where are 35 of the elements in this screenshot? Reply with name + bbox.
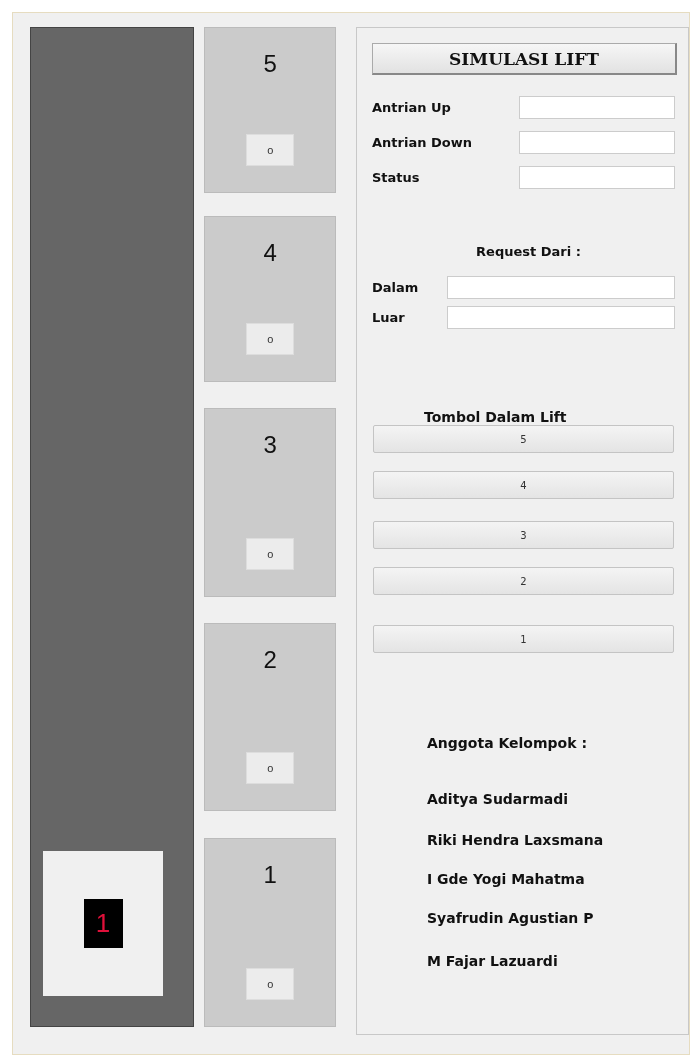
member-name: M Fajar Lazuardi <box>427 953 559 969</box>
member-name: Aditya Sudarmadi <box>427 791 570 807</box>
input-field[interactable] <box>519 131 675 154</box>
floor-button[interactable]: 1 <box>373 625 674 653</box>
floor-number: 3 <box>263 433 277 457</box>
floor-display: 1 <box>83 899 123 948</box>
floor-button[interactable]: 3 <box>373 521 674 549</box>
member-name: Syafrudin Agustian P <box>427 910 595 926</box>
field-label: Status <box>372 170 420 185</box>
field-label: Antrian Up <box>372 100 451 115</box>
field-label: Luar <box>372 310 405 325</box>
section-heading: Tombol Dalam Lift <box>424 409 567 425</box>
floor-number: 5 <box>263 52 277 76</box>
floor-number: 2 <box>263 648 277 672</box>
call-button[interactable]: o <box>246 134 295 166</box>
title-button[interactable]: SIMULASI LIFT <box>372 43 677 75</box>
floor-button[interactable]: 2 <box>373 567 674 595</box>
floor-number: 1 <box>263 863 277 887</box>
section-heading: Anggota Kelompok : <box>427 735 588 751</box>
call-button[interactable]: o <box>246 968 295 1000</box>
input-field[interactable] <box>447 276 675 299</box>
member-name: Riki Hendra Laxsmana <box>427 832 605 848</box>
field-label: Antrian Down <box>372 135 472 150</box>
field-label: Dalam <box>372 280 419 295</box>
call-button[interactable]: o <box>246 323 295 355</box>
input-field[interactable] <box>519 166 675 189</box>
section-heading: Request Dari : <box>475 244 582 259</box>
input-field[interactable] <box>519 96 675 119</box>
floor-button[interactable]: 4 <box>373 471 674 499</box>
call-button[interactable]: o <box>246 538 295 570</box>
member-name: I Gde Yogi Mahatma <box>427 871 586 887</box>
floor-button[interactable]: 5 <box>373 425 674 453</box>
input-field[interactable] <box>447 306 675 329</box>
call-button[interactable]: o <box>246 752 295 784</box>
floor-number: 4 <box>263 241 277 265</box>
